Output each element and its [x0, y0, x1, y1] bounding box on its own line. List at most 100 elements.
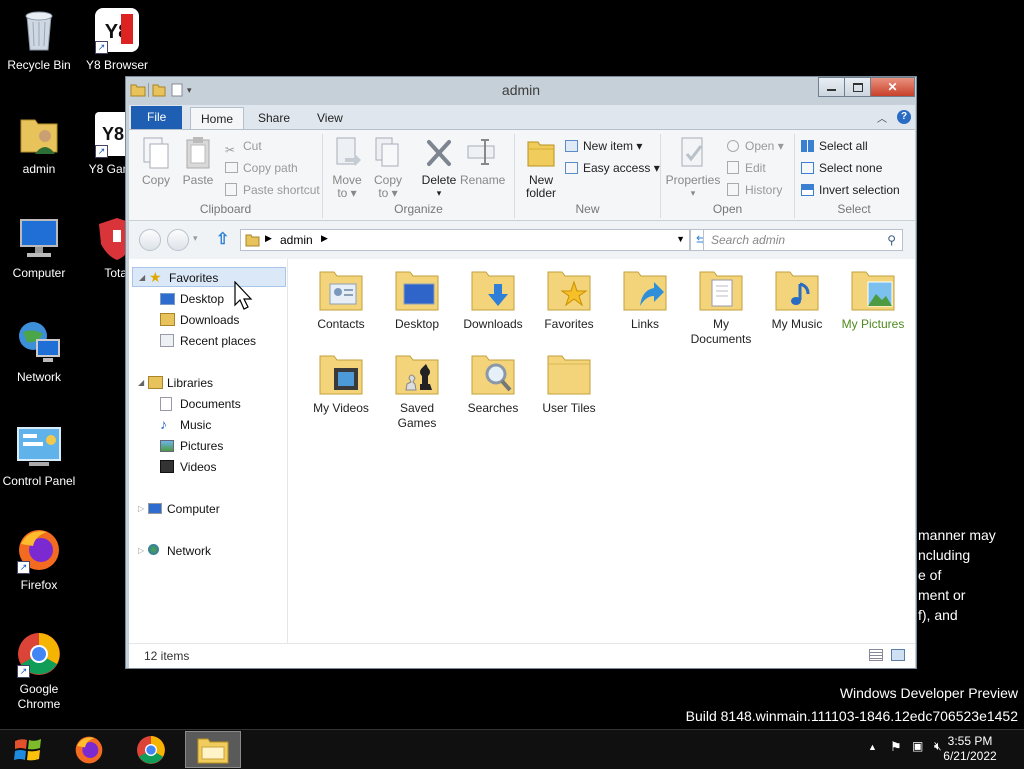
desktop-icon-y8-browser[interactable]: Y8 ↗ Y8 Browser [77, 6, 157, 73]
folder-my-music[interactable]: My Music [759, 266, 835, 332]
desktop-icon-control-panel[interactable]: Control Panel [0, 422, 79, 489]
nav-documents[interactable]: Documents [160, 394, 241, 414]
new-folder-button[interactable]: New folder [520, 136, 562, 200]
select-group-label: Select [837, 202, 871, 216]
desktop-icon-computer[interactable]: Computer [0, 214, 79, 281]
edit-button[interactable]: Edit [727, 158, 766, 178]
forward-button[interactable] [167, 229, 189, 251]
breadcrumb-admin[interactable]: admin [280, 233, 313, 247]
address-bar[interactable]: ▶ admin ▶ ▼ [240, 229, 690, 251]
desktop-icon-firefox[interactable]: ↗ Firefox [0, 526, 79, 593]
folder-desktop[interactable]: Desktop [379, 266, 455, 332]
breadcrumb-separator-icon[interactable]: ▶ [321, 233, 328, 244]
back-button[interactable] [139, 229, 161, 251]
new-item-button[interactable]: New item ▾ [565, 136, 642, 156]
tab-share[interactable]: Share [248, 107, 300, 129]
easy-access-button[interactable]: Easy access ▾ [565, 158, 660, 178]
network-icon [15, 318, 63, 366]
search-icon[interactable]: ⚲ [887, 230, 896, 250]
nav-pictures[interactable]: Pictures [160, 436, 223, 456]
breadcrumb-separator-icon[interactable]: ▶ [265, 233, 272, 244]
tab-home[interactable]: Home [190, 107, 245, 130]
folder-user-tiles[interactable]: User Tiles [531, 350, 607, 416]
delete-button[interactable]: Delete ▾ [418, 136, 460, 200]
address-dropdown-icon[interactable]: ▼ [676, 234, 685, 244]
copy-to-button[interactable]: Copy to ▾ [367, 136, 409, 200]
select-none-button[interactable]: Select none [801, 158, 882, 178]
folder-my-pictures[interactable]: My Pictures [835, 266, 911, 332]
folder-favorites[interactable]: Favorites [531, 266, 607, 332]
nav-downloads[interactable]: Downloads [160, 310, 239, 330]
folder-my-documents[interactable]: My Documents [683, 266, 759, 347]
desktop-icon-admin[interactable]: admin [0, 110, 79, 177]
nav-libraries[interactable]: ◢ Libraries [138, 373, 213, 393]
expand-arrow-icon[interactable]: ◢ [139, 268, 145, 288]
properties-button[interactable]: Properties ▾ [665, 136, 721, 200]
control-panel-icon [15, 422, 63, 470]
open-label: Open ▾ [745, 139, 784, 153]
move-to-button[interactable]: Move to ▾ [326, 136, 368, 200]
tab-file[interactable]: File [131, 106, 183, 129]
pictures-icon [160, 440, 174, 452]
new-group-label: New [575, 202, 600, 216]
folder-links[interactable]: Links [607, 266, 683, 332]
tab-view[interactable]: View [307, 107, 353, 129]
open-group: Properties ▾ Open ▾ Edit History Open [661, 134, 795, 218]
details-view-icon[interactable] [869, 649, 883, 661]
copy-label: Copy [141, 173, 170, 187]
cut-button[interactable]: ✂ Cut [225, 136, 262, 157]
show-hidden-icons-icon[interactable]: ▲ [868, 742, 877, 752]
nav-computer[interactable]: ▷ Computer [138, 499, 220, 519]
maximize-icon [852, 82, 863, 92]
select-all-button[interactable]: Select all [801, 136, 868, 156]
paste-button[interactable]: Paste [177, 136, 219, 187]
desktop-icon-google-chrome[interactable]: ↗ Google Chrome [0, 630, 79, 712]
large-icons-view-icon[interactable] [891, 649, 905, 661]
desktop-icon-recycle-bin[interactable]: Recycle Bin [0, 6, 79, 73]
nav-videos[interactable]: Videos [160, 457, 216, 477]
maximize-button[interactable] [844, 77, 871, 97]
explorer-window: ▾ admin ✕ File Home Share View ︿ ? Copy … [125, 76, 917, 669]
nav-desktop[interactable]: Desktop [160, 289, 224, 309]
nav-favorites[interactable]: ◢ ★ Favorites [132, 267, 286, 287]
title-bar[interactable]: ▾ admin ✕ [126, 77, 916, 105]
search-box[interactable]: Search admin ⚲ [703, 229, 903, 251]
expand-arrow-icon[interactable]: ▷ [138, 541, 144, 561]
taskbar-chrome[interactable] [123, 731, 179, 768]
folder-saved-games[interactable]: Saved Games [379, 350, 455, 431]
folder-label: Favorites [544, 317, 594, 331]
network-status-icon[interactable]: ▣ [912, 739, 923, 753]
open-button[interactable]: Open ▾ [727, 136, 784, 156]
folder-downloads[interactable]: Downloads [455, 266, 531, 332]
recent-locations-dropdown-icon[interactable]: ▾ [193, 233, 198, 244]
minimize-button[interactable] [818, 77, 845, 97]
watermark-line-2: Build 8148.winmain.111103-1846.12edc7065… [685, 708, 1018, 724]
nav-network[interactable]: ▷ Network [138, 541, 211, 561]
up-arrow-icon[interactable]: ⇧ [216, 229, 229, 249]
taskbar-file-explorer[interactable] [185, 731, 241, 768]
taskbar-firefox[interactable] [61, 731, 117, 768]
paste-shortcut-button[interactable]: Paste shortcut [225, 180, 320, 200]
select-none-icon [801, 162, 814, 174]
nav-music[interactable]: ♪ Music [160, 415, 211, 435]
nav-recent-places[interactable]: Recent places [160, 331, 256, 351]
action-center-flag-icon[interactable]: ⚑ [890, 739, 902, 755]
ribbon-collapse-icon[interactable]: ︿ [877, 110, 887, 125]
copy-to-icon [372, 136, 404, 170]
folder-searches[interactable]: Searches [455, 350, 531, 416]
start-button[interactable] [0, 731, 56, 768]
copy-path-button[interactable]: Copy path [225, 158, 298, 178]
invert-selection-button[interactable]: Invert selection [801, 180, 900, 200]
computer-icon [148, 503, 162, 514]
close-button[interactable]: ✕ [870, 77, 915, 97]
clock[interactable]: 3:55 PM 6/21/2022 [940, 734, 1000, 764]
help-icon[interactable]: ? [897, 110, 911, 124]
rename-button[interactable]: Rename [460, 136, 505, 187]
desktop-icon-network[interactable]: Network [0, 318, 79, 385]
folder-contacts[interactable]: Contacts [303, 266, 379, 332]
expand-arrow-icon[interactable]: ◢ [138, 373, 144, 393]
expand-arrow-icon[interactable]: ▷ [138, 499, 144, 519]
copy-button[interactable]: Copy [135, 136, 177, 187]
folder-my-videos[interactable]: My Videos [303, 350, 379, 416]
history-button[interactable]: History [727, 180, 782, 200]
